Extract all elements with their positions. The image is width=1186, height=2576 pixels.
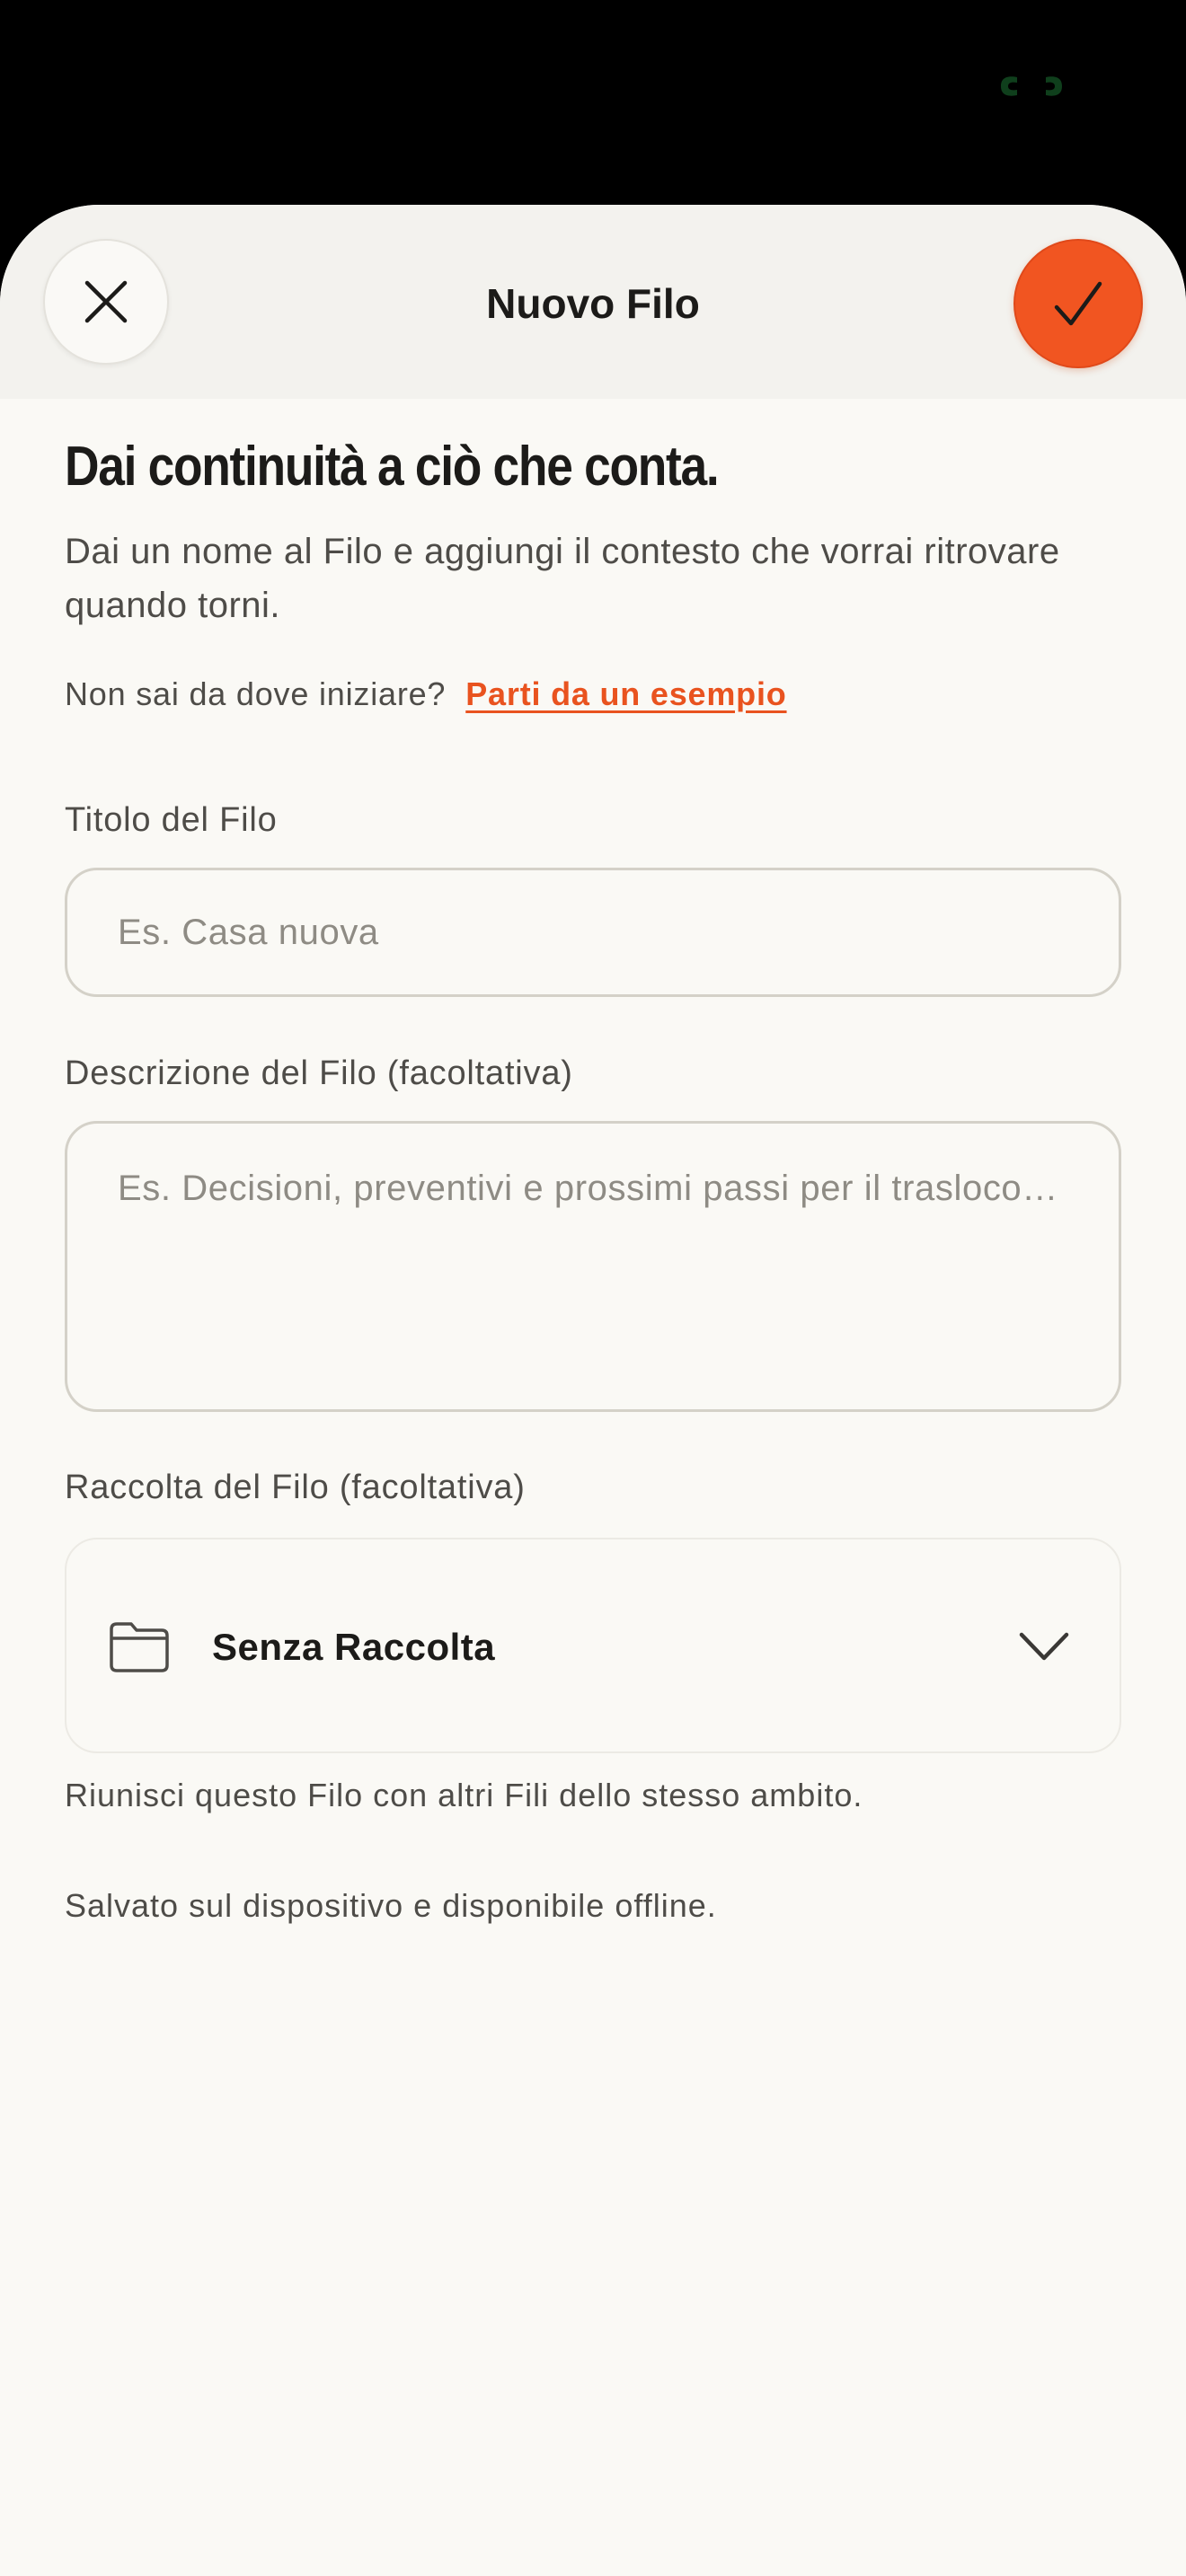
title-input[interactable]: Es. Casa nuova xyxy=(65,868,1121,997)
collection-label: Raccolta del Filo (facoltativa) xyxy=(65,1469,526,1506)
close-button[interactable] xyxy=(43,239,169,365)
sheet-title: Nuovo Filo xyxy=(486,280,700,327)
description-label: Descrizione del Filo (facoltativa) xyxy=(65,1054,573,1092)
folder-icon xyxy=(110,1622,169,1672)
example-hint-text: Non sai da dove iniziare? xyxy=(65,675,447,712)
collection-select[interactable]: Senza Raccolta xyxy=(65,1538,1121,1753)
chevron-down-icon xyxy=(1019,1632,1069,1661)
example-link[interactable]: Parti da un esempio xyxy=(465,675,786,712)
status-bar xyxy=(0,0,1186,207)
description-placeholder: Es. Decisioni, preventivi e prossimi pas… xyxy=(118,1169,1058,1208)
title-label: Titolo del Filo xyxy=(65,801,278,839)
checkmark-icon xyxy=(1054,281,1102,326)
camera-indicator-icon xyxy=(1001,76,1062,96)
storage-note: Salvato sul dispositivo e disponibile of… xyxy=(65,1887,717,1924)
close-icon xyxy=(84,280,128,323)
confirm-button[interactable] xyxy=(1013,239,1143,368)
title-placeholder: Es. Casa nuova xyxy=(118,912,379,952)
collection-value: Senza Raccolta xyxy=(212,1626,496,1668)
sheet-header: Nuovo Filo xyxy=(0,205,1186,399)
new-thread-sheet: Nuovo Filo Dai continuità a ciò che cont… xyxy=(0,205,1186,2576)
description-textarea[interactable]: Es. Decisioni, preventivi e prossimi pas… xyxy=(65,1121,1121,1412)
intro-description: Dai un nome al Filo e aggiungi il contes… xyxy=(65,532,1060,625)
headline: Dai continuità a ciò che conta. xyxy=(65,436,720,498)
collection-hint: Riunisci questo Filo con altri Fili dell… xyxy=(65,1777,863,1813)
example-hint: Non sai da dove iniziare? Parti da un ese… xyxy=(65,672,1125,717)
